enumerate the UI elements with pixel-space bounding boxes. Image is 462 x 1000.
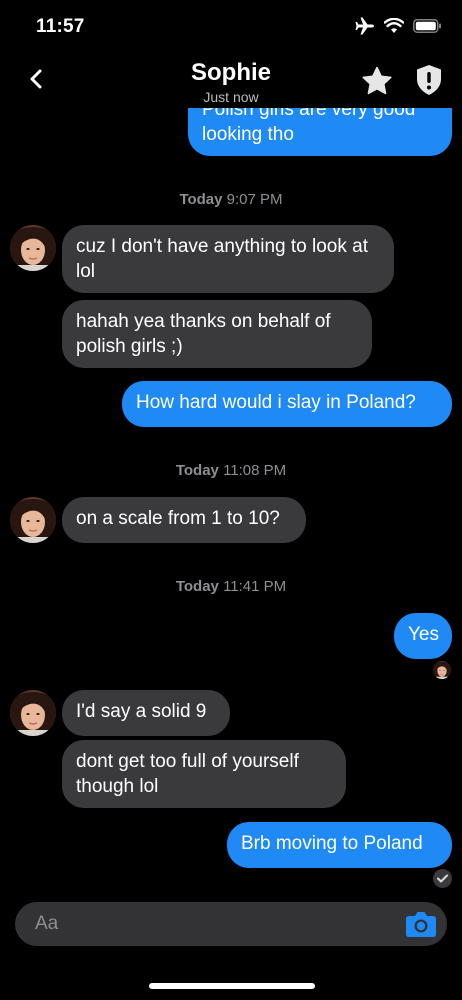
message-bubble-outgoing[interactable]: Yes bbox=[394, 613, 452, 659]
status-time: 11:57 bbox=[36, 16, 85, 37]
contact-avatar[interactable] bbox=[10, 497, 56, 543]
timestamp-day: Today bbox=[179, 191, 223, 208]
timestamp-time: 11:41 PM bbox=[223, 578, 287, 595]
message-text: cuz I don't have anything to look at lol bbox=[76, 236, 368, 282]
status-bar: 11:57 bbox=[0, 0, 462, 56]
status-icons bbox=[355, 17, 442, 40]
timestamp-time: 11:08 PM bbox=[223, 462, 287, 479]
read-receipt-avatar bbox=[433, 661, 451, 679]
timestamp: Today 9:07 PM bbox=[0, 191, 462, 208]
message-bubble-incoming[interactable]: I'd say a solid 9 bbox=[62, 690, 230, 736]
favorite-button[interactable] bbox=[360, 64, 394, 98]
message-list[interactable]: Polish girls are very good looking tho T… bbox=[0, 108, 462, 894]
airplane-icon bbox=[355, 17, 375, 40]
star-icon bbox=[362, 66, 392, 95]
message-bubble-incoming[interactable]: cuz I don't have anything to look at lol bbox=[62, 225, 394, 293]
message-bubble-outgoing[interactable]: Brb moving to Poland bbox=[227, 822, 452, 868]
timestamp-time: 9:07 PM bbox=[226, 191, 283, 208]
message-text: hahah yea thanks on behalf of polish gir… bbox=[76, 311, 331, 357]
message-bubble-incoming[interactable]: on a scale from 1 to 10? bbox=[62, 497, 306, 543]
message-text: How hard would i slay in Poland? bbox=[136, 392, 416, 413]
checkmark-icon bbox=[437, 874, 448, 883]
timestamp-day: Today bbox=[175, 578, 219, 595]
message-text: Brb moving to Poland bbox=[241, 833, 423, 854]
camera-button[interactable] bbox=[405, 908, 437, 940]
message-composer bbox=[15, 902, 447, 946]
privacy-shield-button[interactable] bbox=[412, 63, 446, 97]
battery-icon bbox=[413, 19, 442, 38]
timestamp: Today 11:41 PM bbox=[0, 578, 462, 595]
message-text: Polish girls are very good looking tho bbox=[202, 108, 416, 145]
chat-header: Sophie Just now bbox=[0, 56, 462, 108]
message-bubble-outgoing[interactable]: How hard would i slay in Poland? bbox=[122, 381, 452, 427]
shield-icon bbox=[417, 65, 441, 95]
message-bubble-incoming[interactable]: dont get too full of yourself though lol bbox=[62, 740, 346, 808]
sent-status bbox=[433, 869, 452, 888]
message-bubble-outgoing[interactable]: Polish girls are very good looking tho bbox=[188, 108, 452, 156]
message-text: dont get too full of yourself though lol bbox=[76, 751, 299, 797]
message-input[interactable] bbox=[35, 902, 395, 946]
contact-avatar[interactable] bbox=[10, 225, 56, 271]
timestamp: Today 11:08 PM bbox=[0, 462, 462, 479]
home-indicator[interactable] bbox=[149, 983, 315, 989]
camera-icon bbox=[406, 912, 436, 937]
message-text: on a scale from 1 to 10? bbox=[76, 508, 280, 529]
wifi-icon bbox=[383, 17, 405, 39]
message-text: Yes bbox=[408, 624, 439, 645]
timestamp-day: Today bbox=[175, 462, 219, 479]
contact-avatar[interactable] bbox=[10, 690, 56, 736]
message-text: I'd say a solid 9 bbox=[76, 701, 207, 722]
message-bubble-incoming[interactable]: hahah yea thanks on behalf of polish gir… bbox=[62, 300, 372, 368]
